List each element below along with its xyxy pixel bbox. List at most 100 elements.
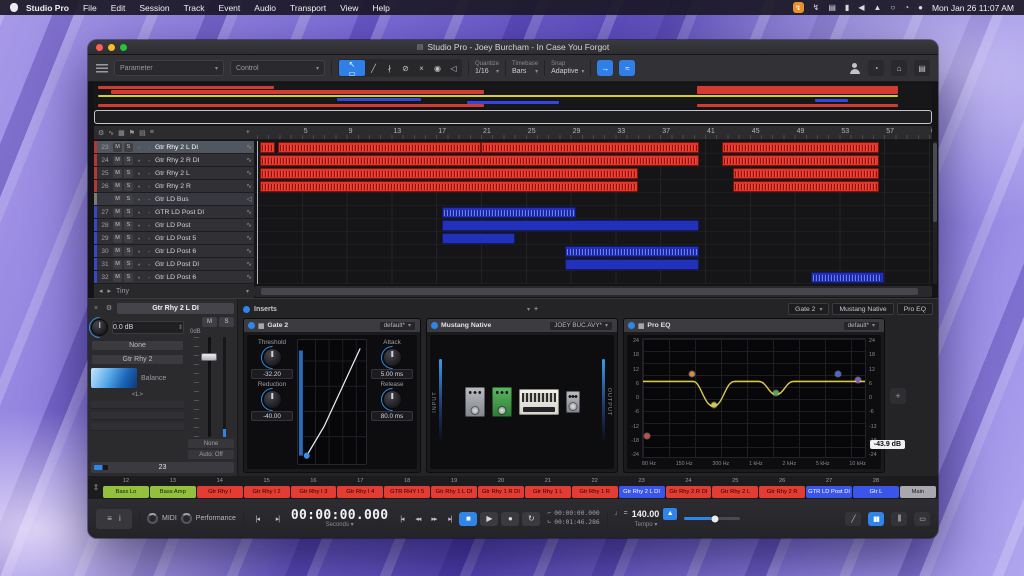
close-panel-icon[interactable]: × <box>91 305 101 312</box>
channel-mute-button[interactable]: M <box>202 317 217 327</box>
grid-icon[interactable]: ▦ <box>118 129 125 137</box>
time-unit[interactable]: Seconds <box>326 522 349 528</box>
track-solo-button[interactable]: S <box>124 273 133 282</box>
track-row[interactable]: 31MS●▪Gtr LD Post DI∿ <box>94 258 254 271</box>
audio-clip[interactable] <box>722 155 879 166</box>
track-tab[interactable]: 27GTR LD Post DI <box>806 477 852 498</box>
close-window-button[interactable] <box>96 44 103 51</box>
marker-prev-button[interactable]: |◂ <box>251 513 264 525</box>
menubar-item-audio[interactable]: Audio <box>247 3 283 13</box>
tempo-value[interactable]: 140.00 <box>632 509 660 519</box>
grid-icon[interactable]: ▦ <box>638 322 644 330</box>
output-select-button[interactable]: Gtr Rhy 2 <box>91 354 184 365</box>
track-tab[interactable]: 12Bass Lo <box>103 477 149 498</box>
pencil-tool-button[interactable]: ╱ <box>366 60 381 76</box>
toolbar-menu-icon[interactable] <box>96 64 108 73</box>
channel-settings-icon[interactable]: ⚙ <box>104 304 114 312</box>
audio-clip[interactable] <box>733 168 879 179</box>
track-tab[interactable]: 24Gtr Rhy 2 R DI <box>666 477 712 498</box>
menu-icon[interactable]: ≡ <box>150 129 154 136</box>
list-icon[interactable]: ≡ <box>107 514 112 523</box>
track-tab[interactable]: 15Gtr Rhy I 2 <box>244 477 290 498</box>
eq-graph[interactable] <box>642 338 866 458</box>
track-solo-button[interactable]: S <box>124 208 133 217</box>
channel-name[interactable]: Gtr Rhy 2 L DI <box>117 303 234 314</box>
amp-head[interactable] <box>519 389 559 415</box>
track-arm-button[interactable]: ● <box>135 236 143 241</box>
monitor-panel-button[interactable]: ▮▮ <box>868 512 884 526</box>
track-tab[interactable]: 16Gtr Rhy I 3 <box>291 477 337 498</box>
track-row[interactable]: 30MS●▪Gtr LD Post 6∿ <box>94 245 254 258</box>
battery-icon[interactable]: ▮ <box>845 3 849 12</box>
audio-clip[interactable] <box>733 181 879 192</box>
track-mute-button[interactable]: M <box>113 195 122 204</box>
menubar-item-event[interactable]: Event <box>212 3 248 13</box>
user-switch-icon[interactable]: ● <box>918 3 923 12</box>
track-solo-button[interactable]: S <box>124 221 133 230</box>
track-tab[interactable]: 19Gtr Rhy 1 L DI <box>431 477 477 498</box>
balance-value[interactable]: <L> <box>91 391 184 398</box>
track-tab[interactable]: 18GTR RHY I 5 <box>384 477 430 498</box>
gain-display[interactable]: 0.0 dB ⇕ <box>112 321 184 334</box>
inserts-power-icon[interactable] <box>243 306 250 313</box>
audio-clip[interactable] <box>260 181 637 192</box>
zoom-window-button[interactable] <box>120 44 127 51</box>
menubar-item-view[interactable]: View <box>333 3 365 13</box>
eq-band-handle[interactable] <box>774 391 779 396</box>
browser-folder-button[interactable]: ▭ <box>914 512 930 526</box>
return-to-zero-button[interactable]: |◂ <box>395 513 408 525</box>
channel-thumbnail[interactable] <box>91 368 137 388</box>
audio-clip[interactable] <box>442 207 576 218</box>
apple-menu-icon[interactable] <box>10 3 18 12</box>
track-tab[interactable]: 20Gtr Rhy 1 R DI <box>478 477 524 498</box>
track-size-label[interactable]: Tiny <box>116 288 129 295</box>
track-row[interactable]: 24MS●▪Gtr Rhy 2 R DI∿ <box>94 154 254 167</box>
empty-slot[interactable] <box>91 423 184 431</box>
wrench-icon[interactable]: ⚙ <box>98 129 104 137</box>
track-solo-button[interactable]: S <box>124 169 133 178</box>
rewind-button[interactable]: ◂◂ <box>411 513 424 525</box>
track-solo-button[interactable]: S <box>124 195 133 204</box>
track-mute-button[interactable]: M <box>113 169 122 178</box>
track-row[interactable]: 26MS●▪Gtr Rhy 2 R∿ <box>94 180 254 193</box>
display-icon[interactable]: ▤ <box>828 3 836 12</box>
metronome-volume-slider[interactable] <box>684 517 740 520</box>
status-app-badge[interactable]: ↯ <box>793 2 804 13</box>
track-row[interactable]: 28MS●▪Gtr LD Post∿ <box>94 219 254 232</box>
amp-chain[interactable] <box>430 335 614 469</box>
erase-tool-button[interactable]: ⊘ <box>398 60 413 76</box>
track-arm-button[interactable]: ● <box>135 210 143 215</box>
attack-value[interactable]: 5.00 ms <box>371 369 413 379</box>
scrollbar-thumb[interactable] <box>933 143 937 222</box>
track-arm-button[interactable]: ● <box>135 184 143 189</box>
track-tab[interactable]: 22Gtr Rhy 1 R <box>572 477 618 498</box>
rack-tab-proeq[interactable]: Pro EQ <box>897 303 933 315</box>
reduction-knob[interactable] <box>263 390 282 409</box>
plugin-power-icon[interactable] <box>431 322 438 329</box>
audio-clip[interactable] <box>481 142 699 153</box>
track-arm-button[interactable]: ● <box>135 145 143 150</box>
rack-tab-gate[interactable]: Gate 2▾ <box>788 303 829 315</box>
gate-transfer-graph[interactable] <box>297 339 367 465</box>
mix-view-button[interactable]: ◔ <box>868 60 884 76</box>
pedal-gray[interactable] <box>465 387 485 417</box>
track-row[interactable]: 27MS●▪GTR LD Post DI∿ <box>94 206 254 219</box>
track-mute-button[interactable]: M <box>113 234 122 243</box>
tempo-display[interactable]: ♩ = 140.00 ▲ Tempo ▾ <box>615 508 678 530</box>
slider-knob[interactable] <box>712 515 719 522</box>
rack-tab-mustang[interactable]: Mustang Native <box>832 303 893 315</box>
menubar-item-track[interactable]: Track <box>177 3 212 13</box>
arrow-tool-button[interactable]: ↖▭ <box>339 60 365 76</box>
pedal-small[interactable] <box>566 391 580 413</box>
split-tool-button[interactable]: ∤ <box>382 60 397 76</box>
flag-icon[interactable]: ⚑ <box>129 129 135 137</box>
track-monitor-button[interactable]: ▪ <box>145 158 153 163</box>
eq-band-handle[interactable] <box>836 372 841 377</box>
edit-mode-button[interactable]: ╱ <box>845 512 861 526</box>
audio-clip[interactable] <box>260 142 275 153</box>
eq-band-handle[interactable] <box>689 372 694 377</box>
marker-next-button[interactable]: ▸| <box>271 513 284 525</box>
track-mute-button[interactable]: M <box>113 143 122 152</box>
overview-range-box[interactable] <box>94 110 932 124</box>
scrollbar-thumb[interactable] <box>261 288 919 295</box>
